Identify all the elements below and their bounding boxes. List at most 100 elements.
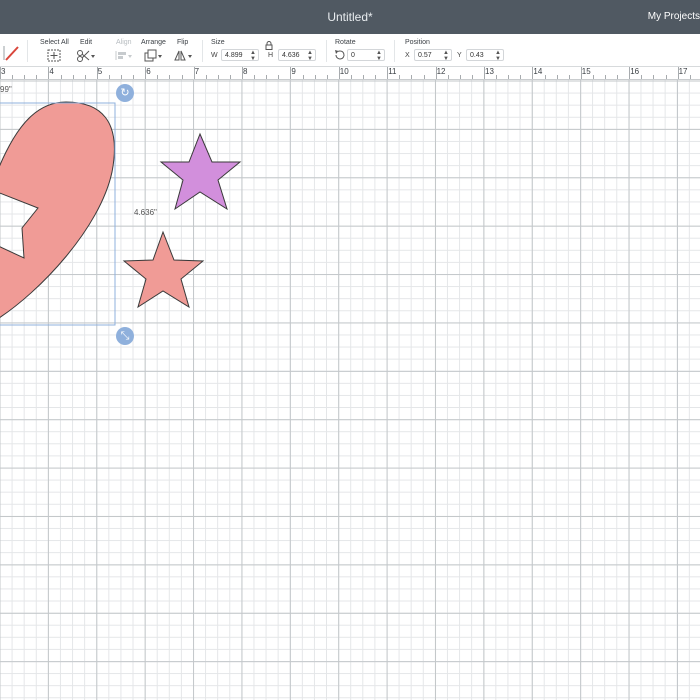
height-readout: 4.636" <box>134 208 157 217</box>
ruler-tick <box>24 75 26 79</box>
position-label: Position <box>405 39 430 46</box>
top-bar: Untitled* My Projects <box>0 0 700 34</box>
ruler-label: 13 <box>485 67 494 76</box>
ruler-tick <box>605 75 606 79</box>
ruler-tick <box>471 75 473 79</box>
ruler-label: 7 <box>194 67 200 76</box>
ruler-label: 15 <box>581 67 591 76</box>
ruler-label: 3 <box>1 67 6 76</box>
rotate-handle-icon[interactable]: ↻ <box>116 84 134 102</box>
ruler-tick <box>411 75 413 79</box>
rotate-value: 0 <box>351 52 355 59</box>
edit-icon[interactable] <box>76 49 96 62</box>
pos-y-stepper-icon[interactable]: ▲ ▼ <box>495 50 501 62</box>
toolbar-divider <box>326 40 327 62</box>
ruler-tick <box>629 67 631 79</box>
pos-y-value: 0.43 <box>470 52 484 59</box>
ruler-tick <box>544 75 546 79</box>
arrange-icon[interactable] <box>144 49 164 62</box>
ruler-label: 8 <box>243 67 248 76</box>
ruler-tick <box>0 67 1 79</box>
ruler-tick <box>387 67 389 79</box>
ruler-label: 11 <box>388 67 397 76</box>
rotate-input[interactable]: 0 ▲ ▼ <box>347 49 385 62</box>
ruler-tick <box>399 75 401 79</box>
arrange-label: Arrange <box>141 39 166 46</box>
rotate-icon <box>335 50 345 60</box>
ruler-tick <box>592 75 594 79</box>
pos-x-input[interactable]: 0.57 ▲ ▼ <box>414 49 452 62</box>
heart-half-shape[interactable] <box>0 101 115 320</box>
ruler-label: 12 <box>436 67 446 76</box>
ruler-label: 5 <box>97 67 103 76</box>
ruler-tick <box>435 67 437 79</box>
height-input[interactable]: 4.636 ▲ ▼ <box>278 49 316 62</box>
ruler-label: 17 <box>678 67 688 76</box>
height-value: 4.636 <box>282 52 300 59</box>
edit-toolbar: Select All Edit Align Arrange Flip Size … <box>0 34 700 67</box>
ruler-tick <box>689 75 691 79</box>
height-label: H <box>268 52 274 59</box>
ruler-tick <box>266 75 268 79</box>
ruler-tick <box>459 75 461 79</box>
width-input[interactable]: 4.899 ▲ ▼ <box>221 49 259 62</box>
pos-y-input[interactable]: 0.43 ▲ ▼ <box>466 49 504 62</box>
ruler-tick <box>496 75 498 79</box>
ruler-tick <box>532 67 534 79</box>
width-stepper-icon[interactable]: ▲ ▼ <box>250 50 256 62</box>
rotate-stepper-icon[interactable]: ▲ ▼ <box>376 50 382 62</box>
ruler-tick <box>121 75 122 79</box>
toolbar-divider <box>27 40 28 62</box>
ruler-tick <box>665 75 667 79</box>
pos-x-label: X <box>405 52 410 59</box>
canvas-shapes <box>0 101 242 326</box>
ruler-tick <box>108 75 110 79</box>
rotate-label: Rotate <box>335 39 356 46</box>
lock-icon[interactable] <box>265 41 273 50</box>
edit-label: Edit <box>80 39 93 46</box>
ruler-tick <box>338 67 340 79</box>
ruler-tick <box>641 75 643 79</box>
ruler-label: 10 <box>339 67 349 76</box>
resize-handle-icon[interactable]: ⤡ <box>116 327 134 345</box>
ruler-tick <box>423 75 425 79</box>
ruler-tick <box>193 67 195 79</box>
design-canvas[interactable]: 99" 4.636" ↻ ⤡ <box>0 80 700 700</box>
horizontal-ruler: 3 4 5 6 7 8 9 10 11 12 13 14 15 16 17 <box>0 67 700 80</box>
ruler-tick <box>508 75 510 79</box>
ruler-tick <box>326 75 328 79</box>
star-purple-shape[interactable] <box>159 132 242 211</box>
ruler-label: 9 <box>291 67 296 76</box>
pos-x-value: 0.57 <box>418 52 432 59</box>
pos-x-stepper-icon[interactable]: ▲ ▼ <box>443 50 449 62</box>
ruler-label: 4 <box>49 67 54 76</box>
width-value: 4.899 <box>225 52 243 59</box>
ruler-tick <box>314 75 316 79</box>
size-label: Size <box>211 39 225 46</box>
document-title: Untitled* <box>327 10 373 24</box>
pos-y-label: Y <box>457 52 462 59</box>
ruler-label: 6 <box>146 67 151 76</box>
ruler-tick <box>96 67 98 79</box>
ruler-tick <box>133 75 135 79</box>
ruler-tick <box>556 75 558 79</box>
my-projects-link[interactable]: My Projects <box>648 11 700 22</box>
ruler-tick <box>302 75 304 79</box>
star-pink-shape[interactable] <box>122 230 205 309</box>
ruler-tick <box>447 75 449 79</box>
ruler-label: 16 <box>630 67 640 76</box>
ruler-tick <box>72 75 74 79</box>
flip-label: Flip <box>177 39 189 46</box>
flip-icon[interactable] <box>174 49 194 62</box>
ruler-tick <box>520 75 522 79</box>
height-stepper-icon[interactable]: ▲ ▼ <box>307 50 313 62</box>
ruler-tick <box>617 75 619 79</box>
pen-icon[interactable] <box>2 44 20 62</box>
align-label: Align <box>116 39 132 46</box>
ruler-tick <box>350 75 352 79</box>
ruler-tick <box>653 75 655 79</box>
ruler-tick <box>580 67 582 79</box>
align-icon[interactable] <box>114 49 134 62</box>
ruler-tick <box>205 75 207 79</box>
select-all-icon[interactable] <box>47 49 61 62</box>
